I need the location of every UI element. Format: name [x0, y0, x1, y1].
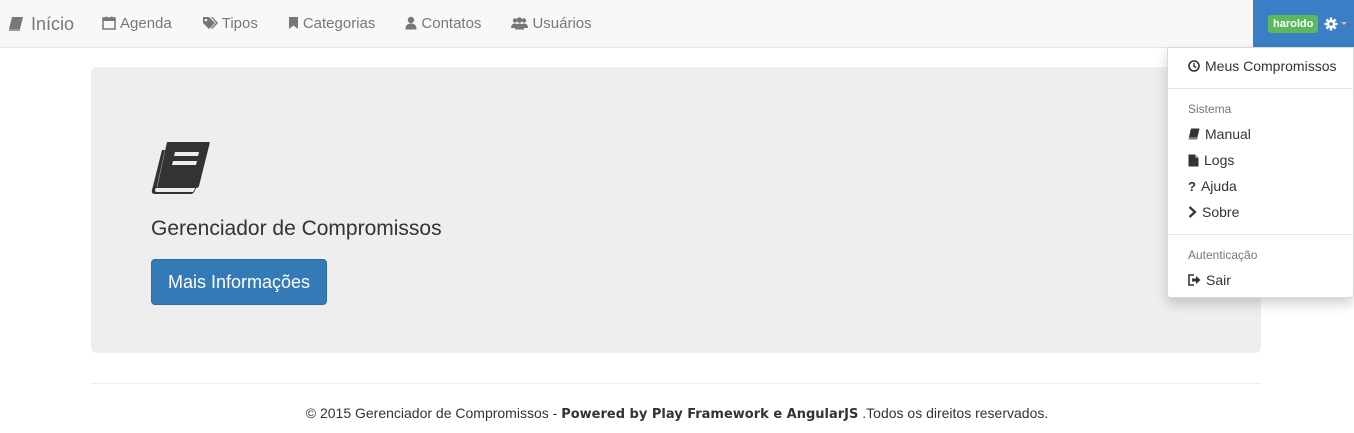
menu-item-sobre-label: Sobre [1202, 204, 1240, 220]
nav-item-categorias-label: Categorias [302, 14, 376, 32]
menu-item-ajuda-label: Ajuda [1200, 178, 1237, 194]
gear-icon [1324, 17, 1338, 30]
question-icon: ? [1188, 178, 1196, 194]
nav-item-usuarios-label: Usuários [532, 14, 592, 32]
file-icon [1188, 154, 1199, 166]
more-info-button[interactable]: Mais Informações [151, 259, 327, 305]
tags-icon [202, 17, 218, 29]
menu-divider [1168, 88, 1353, 89]
chevron-right-icon [1188, 206, 1197, 218]
menu-item-logs-label: Logs [1204, 152, 1235, 168]
footer-powered-by: Powered by Play Framework e AngularJS [561, 407, 859, 422]
jumbotron: Gerenciador de Compromissos Mais Informa… [91, 67, 1261, 353]
menu-item-sair-label: Sair [1206, 272, 1231, 288]
brand-link[interactable]: Início [8, 12, 74, 36]
brand-label: Início [31, 13, 75, 34]
username-badge: haroldo [1268, 14, 1319, 33]
footer-copyright: © 2015 Gerenciador de Compromissos - [305, 405, 562, 421]
caret-down-icon [1341, 22, 1348, 25]
user-dropdown-menu: Meus Compromissos Sistema Manual Logs ? … [1167, 47, 1354, 298]
nav-item-agenda[interactable]: Agenda [102, 0, 172, 46]
nav-item-categorias[interactable]: Categorias [288, 0, 376, 46]
nav-item-tipos-label: Tipos [221, 14, 258, 32]
menu-item-manual-label: Manual [1205, 126, 1251, 142]
clock-icon [1188, 60, 1200, 72]
book-icon [9, 17, 23, 31]
main-nav: Agenda Tipos Categorias Contatos Usuário… [102, 0, 622, 46]
nav-item-usuarios[interactable]: Usuários [511, 0, 592, 46]
menu-item-meus-compromissos[interactable]: Meus Compromissos [1188, 58, 1336, 74]
menu-item-meus-compromissos-label: Meus Compromissos [1205, 58, 1337, 74]
nav-item-agenda-label: Agenda [120, 14, 172, 32]
book-icon [1188, 128, 1200, 140]
footer: © 2015 Gerenciador de Compromissos - Pow… [0, 405, 1354, 422]
menu-item-sair[interactable]: Sair [1188, 272, 1231, 288]
sign-out-icon [1188, 274, 1201, 286]
user-menu-toggle[interactable]: haroldo [1253, 0, 1354, 47]
nav-item-contatos-label: Contatos [421, 14, 482, 32]
menu-header-sistema: Sistema [1188, 102, 1232, 116]
menu-item-logs[interactable]: Logs [1188, 152, 1234, 168]
menu-header-autenticacao: Autenticação [1188, 248, 1258, 262]
footer-divider [91, 383, 1261, 384]
menu-item-sobre[interactable]: Sobre [1188, 204, 1239, 220]
menu-item-ajuda[interactable]: ? Ajuda [1188, 178, 1237, 194]
navbar: Início Agenda Tipos Categorias Contatos … [0, 0, 1354, 48]
nav-item-contatos[interactable]: Contatos [405, 0, 481, 46]
menu-item-manual[interactable]: Manual [1188, 126, 1251, 142]
jumbotron-title: Gerenciador de Compromissos [151, 217, 442, 240]
calendar-icon [102, 16, 116, 30]
book-icon [151, 142, 210, 194]
menu-divider [1168, 234, 1353, 235]
nav-item-tipos[interactable]: Tipos [202, 0, 258, 46]
user-icon [405, 16, 417, 30]
users-icon [511, 17, 529, 30]
bookmark-icon [288, 17, 298, 29]
footer-rights: .Todos os direitos reservados. [858, 405, 1049, 421]
